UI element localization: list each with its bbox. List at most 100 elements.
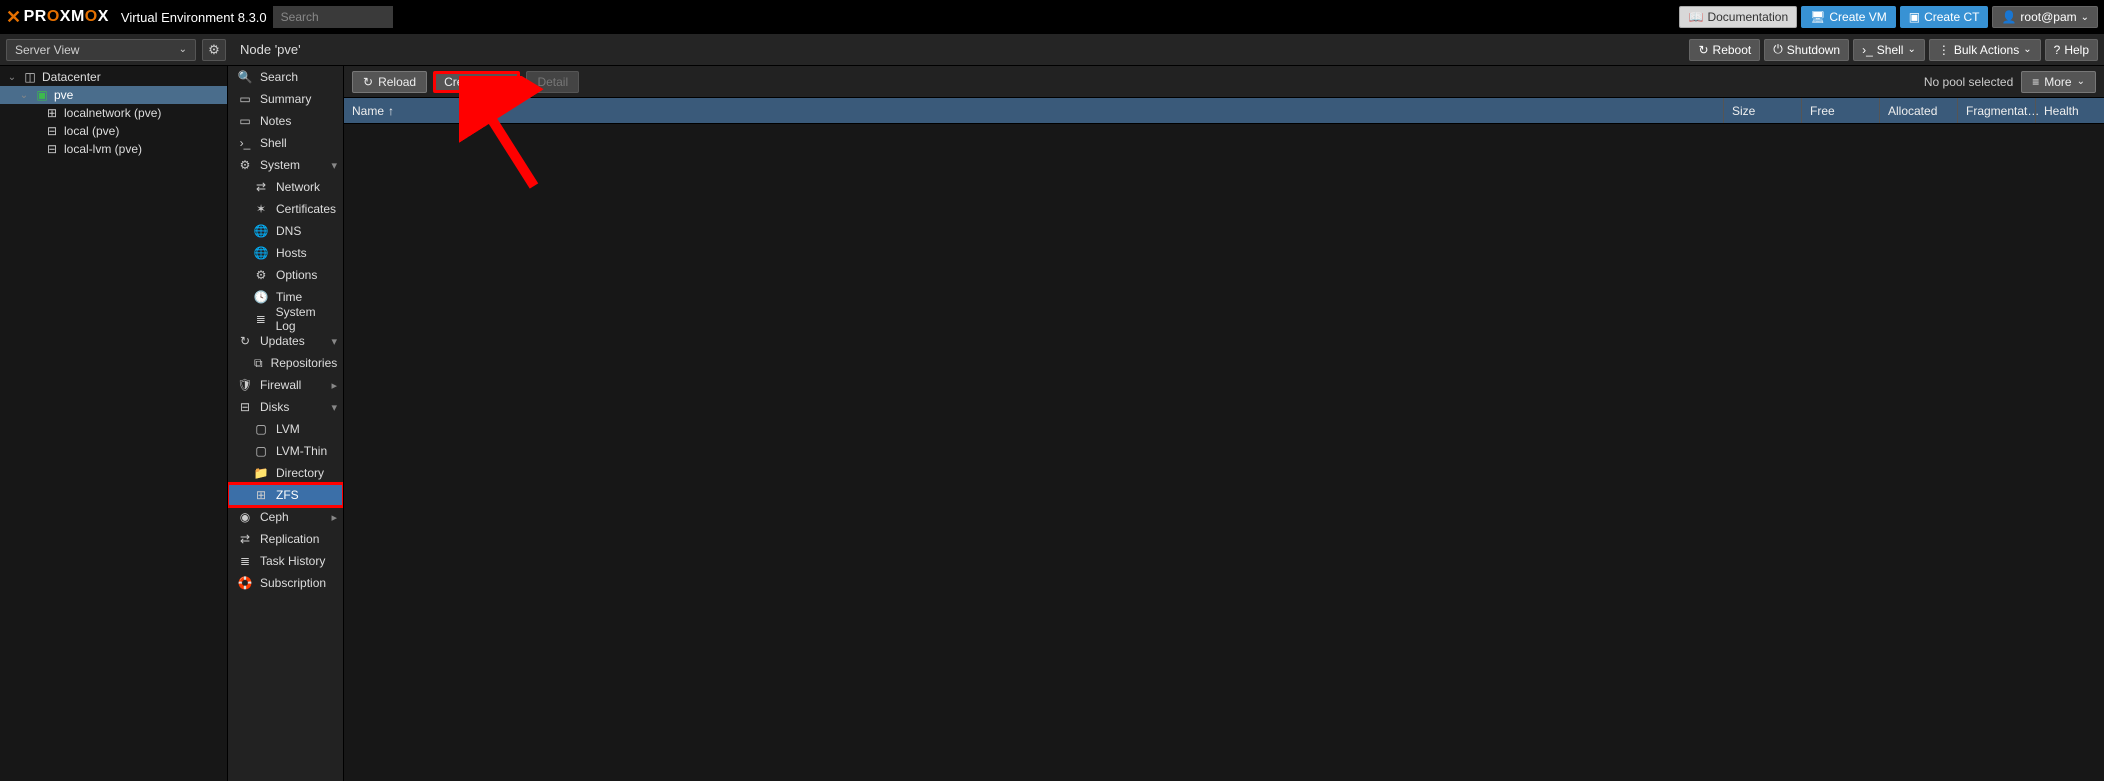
tree-item-local[interactable]: ⊟ local (pve) [0, 122, 227, 140]
sidebar-item-firewall[interactable]: 🛡Firewall▸ [228, 374, 343, 396]
col-free[interactable]: Free [1802, 98, 1880, 123]
chevron-down-icon: ⌄ [2023, 44, 2031, 55]
zfs-toolbar: ↻Reload Create: ZFS Detail No pool selec… [344, 66, 2104, 98]
col-health[interactable]: Health [2036, 98, 2104, 123]
clock-icon: 🕓 [254, 290, 268, 304]
view-selector[interactable]: Server View ⌄ [6, 39, 196, 61]
sidebar-item-system[interactable]: ⚙System▾ [228, 154, 343, 176]
shutdown-button[interactable]: ⏻Shutdown [1764, 39, 1849, 61]
tree-item-datacenter[interactable]: ⌄ ◫ Datacenter [0, 68, 227, 86]
bulk-actions-button[interactable]: ⋮Bulk Actions⌄ [1929, 39, 2041, 61]
datacenter-icon: ◫ [22, 70, 38, 84]
user-menu-button[interactable]: 👤 root@pam ⌄ [1992, 6, 2098, 28]
monitor-icon: 🖥 [1810, 10, 1825, 24]
support-icon: 🛟 [238, 576, 252, 590]
list-icon: ≣ [238, 554, 252, 568]
expand-icon: ▸ [331, 511, 337, 524]
sidebar-item-directory[interactable]: 📁Directory [228, 462, 343, 484]
col-fragmentation[interactable]: Fragmentat… [1958, 98, 2036, 123]
logo: ✕ PROXMOX [6, 7, 109, 28]
reload-button[interactable]: ↻Reload [352, 71, 427, 93]
storage-icon: ⊟ [44, 124, 60, 138]
tree-item-localnetwork[interactable]: ⊞ localnetwork (pve) [0, 104, 227, 122]
search-input[interactable] [273, 6, 393, 28]
chevron-down-icon: ⌄ [179, 44, 187, 55]
grid-icon: ⊞ [254, 488, 268, 502]
grid-body [344, 124, 2104, 781]
documentation-button[interactable]: 📖 Documentation [1679, 6, 1797, 28]
shell-button[interactable]: ›_Shell⌄ [1853, 39, 1925, 61]
power-icon: ⏻ [1773, 42, 1783, 57]
node-title: Node 'pve' [240, 42, 301, 57]
sidebar-item-notes[interactable]: ▭Notes [228, 110, 343, 132]
gear-icon: ⚙ [208, 42, 220, 58]
col-allocated[interactable]: Allocated [1880, 98, 1958, 123]
logo-mark-icon: ✕ [6, 7, 22, 28]
tree-item-local-lvm[interactable]: ⊟ local-lvm (pve) [0, 140, 227, 158]
sidebar-item-ceph[interactable]: ◉Ceph▸ [228, 506, 343, 528]
sidebar-item-updates[interactable]: ↻Updates▾ [228, 330, 343, 352]
sidebar-item-summary[interactable]: ▭Summary [228, 88, 343, 110]
sidebar-item-lvm[interactable]: ▢LVM [228, 418, 343, 440]
sidebar-item-search[interactable]: 🔍Search [228, 66, 343, 88]
create-zfs-button[interactable]: Create: ZFS [433, 71, 520, 93]
sidebar-item-options[interactable]: ⚙Options [228, 264, 343, 286]
terminal-icon: ›_ [1862, 43, 1873, 57]
expand-icon: ▾ [331, 401, 337, 414]
refresh-icon: ↻ [238, 334, 252, 348]
user-icon: 👤 [2001, 10, 2016, 24]
top-bar: ✕ PROXMOX Virtual Environment 8.3.0 📖 Do… [0, 0, 2104, 34]
repo-icon: ⧉ [254, 356, 263, 371]
disk-icon: ⊟ [238, 400, 252, 414]
menu-icon: ≡ [2032, 75, 2039, 89]
refresh-icon: ↻ [363, 75, 373, 89]
square-icon: ▢ [254, 422, 268, 436]
sidebar-item-subscription[interactable]: 🛟Subscription [228, 572, 343, 594]
expand-icon: ▾ [331, 159, 337, 172]
sidebar-item-shell[interactable]: ›_Shell [228, 132, 343, 154]
ceph-icon: ◉ [238, 510, 252, 524]
settings-button[interactable]: ⚙ [202, 39, 226, 61]
help-button[interactable]: ?Help [2045, 39, 2098, 61]
more-button[interactable]: ≡More⌄ [2021, 71, 2096, 93]
create-vm-button[interactable]: 🖥 Create VM [1801, 6, 1896, 28]
gears-icon: ⚙ [238, 158, 252, 172]
col-size[interactable]: Size [1724, 98, 1802, 123]
folder-icon: 📁 [254, 466, 268, 480]
resource-tree: ⌄ ◫ Datacenter ⌄ ▣ pve ⊞ localnetwork (p… [0, 66, 228, 781]
grid-header: Name↑ Size Free Allocated Fragmentat… He… [344, 98, 2104, 124]
refresh-icon: ↻ [1698, 43, 1708, 57]
detail-button: Detail [526, 71, 579, 93]
sidebar-item-hosts[interactable]: 🌐Hosts [228, 242, 343, 264]
col-name[interactable]: Name↑ [344, 98, 1724, 123]
chevron-down-icon: ⌄ [2081, 12, 2089, 23]
version-label: Virtual Environment 8.3.0 [121, 10, 267, 25]
sidebar-item-repositories[interactable]: ⧉Repositories [228, 352, 343, 374]
sidebar-item-dns[interactable]: 🌐DNS [228, 220, 343, 242]
summary-icon: ▭ [238, 92, 252, 106]
certificate-icon: ✶ [254, 202, 268, 216]
tree-item-pve[interactable]: ⌄ ▣ pve [0, 86, 227, 104]
sidebar-item-replication[interactable]: ⇄Replication [228, 528, 343, 550]
sidebar-item-syslog[interactable]: ≣System Log [228, 308, 343, 330]
sidebar-item-task-history[interactable]: ≣Task History [228, 550, 343, 572]
sidebar-item-lvm-thin[interactable]: ▢LVM-Thin [228, 440, 343, 462]
cube-icon: ▣ [1909, 10, 1920, 24]
globe-icon: 🌐 [254, 246, 268, 260]
gear-icon: ⚙ [254, 268, 268, 282]
collapse-icon[interactable]: ⌄ [18, 90, 30, 101]
reboot-button[interactable]: ↻Reboot [1689, 39, 1760, 61]
sidebar-item-network[interactable]: ⇄Network [228, 176, 343, 198]
globe-icon: 🌐 [254, 224, 268, 238]
square-icon: ▢ [254, 444, 268, 458]
sidebar-item-disks[interactable]: ⊟Disks▾ [228, 396, 343, 418]
sidebar-item-certificates[interactable]: ✶Certificates [228, 198, 343, 220]
create-ct-button[interactable]: ▣ Create CT [1900, 6, 1989, 28]
sync-icon: ⇄ [238, 532, 252, 546]
network-icon: ⊞ [44, 106, 60, 120]
node-icon: ▣ [34, 88, 50, 102]
list-icon: ≣ [254, 312, 268, 326]
sidebar-item-zfs[interactable]: ⊞ZFS [228, 484, 343, 506]
collapse-icon[interactable]: ⌄ [6, 72, 18, 83]
help-icon: ? [2054, 43, 2061, 57]
